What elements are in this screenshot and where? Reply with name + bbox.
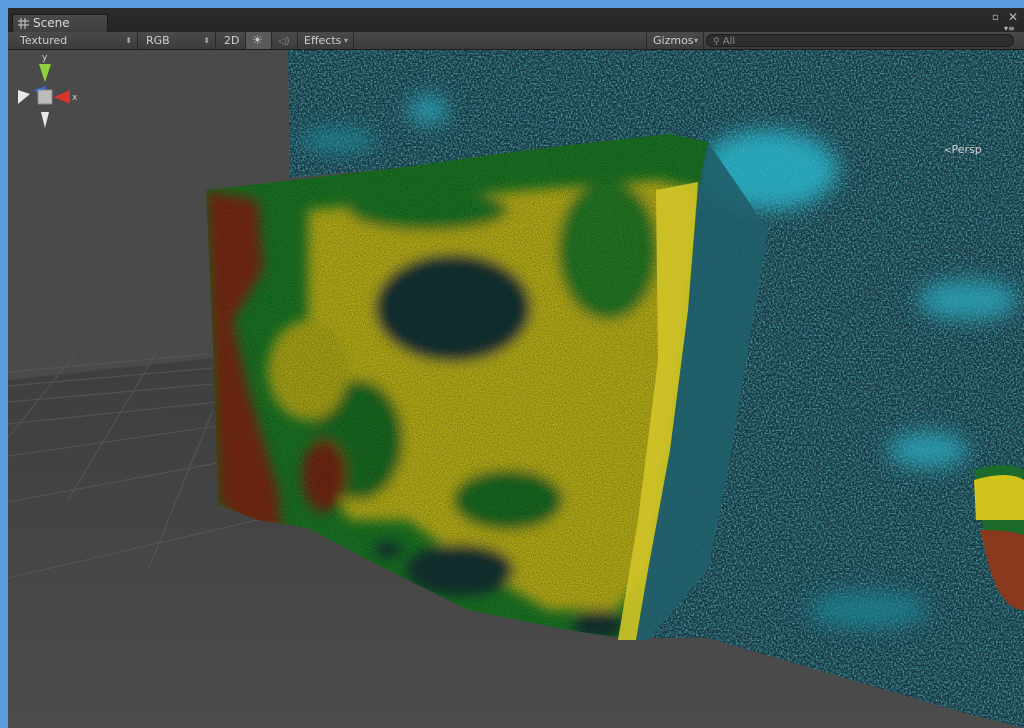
search-icon: ⚲ — [713, 37, 720, 47]
scene-orientation-gizmo[interactable]: y x — [8, 50, 88, 150]
maximize-icon[interactable]: ▫ — [992, 13, 999, 23]
axis-x-cone[interactable] — [54, 90, 70, 104]
gizmo-y-label: y — [42, 53, 48, 63]
toggle-2d-button[interactable]: 2D — [218, 32, 246, 49]
toggle-2d-label: 2D — [224, 34, 240, 47]
projection-toggle[interactable]: <Persp — [944, 144, 982, 157]
render-mode-dropdown[interactable]: Textured ⬍ — [14, 32, 138, 49]
gizmos-dropdown[interactable]: Gizmos ▾ — [646, 32, 704, 49]
search-input[interactable]: ⚲ All — [706, 34, 1014, 47]
window-frame: Scene ▫ ✕ ▾≡ Textured ⬍ RGB ⬍ 2D ☀ ◁) Ef… — [0, 0, 1024, 728]
audio-toggle[interactable]: ◁) — [272, 32, 298, 49]
gizmos-label: Gizmos — [653, 34, 694, 47]
sun-icon: ☀ — [252, 33, 263, 47]
dropdown-arrows-icon: ⬍ — [125, 36, 132, 45]
speaker-icon: ◁) — [278, 36, 290, 47]
close-icon[interactable]: ✕ — [1008, 11, 1018, 23]
dropdown-arrows-icon: ⬍ — [203, 36, 210, 45]
gizmo-center-cube[interactable] — [37, 89, 53, 105]
axis-y-cone[interactable] — [39, 64, 51, 82]
grid-icon — [18, 18, 29, 29]
lighting-toggle[interactable]: ☀ — [246, 32, 272, 49]
effects-label: Effects — [304, 34, 342, 47]
color-mode-label: RGB — [146, 34, 170, 47]
tab-row: Scene ▫ ✕ ▾≡ — [8, 8, 1024, 33]
persp-label-text: Persp — [951, 143, 982, 156]
render-mode-label: Textured — [20, 34, 68, 47]
scene-render — [8, 50, 1024, 728]
search-placeholder: All — [722, 36, 736, 47]
dropdown-arrow-icon: ▾ — [693, 36, 698, 45]
gizmo-x-label: x — [72, 93, 78, 103]
axis-neg-x-cone[interactable] — [18, 90, 30, 104]
color-mode-dropdown[interactable]: RGB ⬍ — [140, 32, 216, 49]
tab-scene[interactable]: Scene — [12, 14, 108, 32]
persp-arrow-icon: < — [944, 146, 952, 156]
scene-window: Scene ▫ ✕ ▾≡ Textured ⬍ RGB ⬍ 2D ☀ ◁) Ef… — [8, 8, 1024, 728]
tab-label: Scene — [33, 16, 70, 30]
effects-dropdown[interactable]: Effects ▾ — [298, 32, 354, 49]
window-controls: ▫ ✕ ▾≡ — [984, 10, 1020, 33]
scene-toolbar: Textured ⬍ RGB ⬍ 2D ☀ ◁) Effects ▾ Gizmo… — [8, 32, 1024, 50]
scene-viewport[interactable]: y x <Persp — [8, 50, 1024, 728]
axis-neg-y-cone[interactable] — [41, 112, 49, 128]
dropdown-arrow-icon: ▾ — [343, 36, 348, 45]
